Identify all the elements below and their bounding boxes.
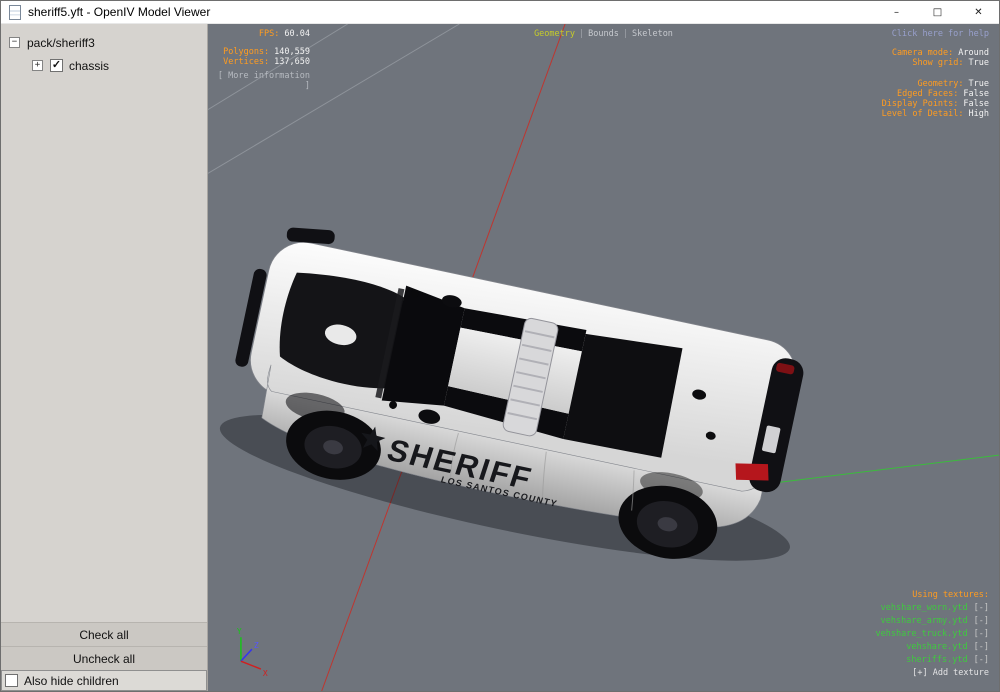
check-all-button[interactable]: Check all xyxy=(1,622,207,646)
check-icon: ✓ xyxy=(52,60,61,71)
y-axis-line xyxy=(767,455,999,484)
camera-mode-row[interactable]: Camera mode:Around xyxy=(882,48,989,58)
tree-collapse-icon[interactable]: − xyxy=(9,37,20,48)
also-hide-checkbox[interactable] xyxy=(5,674,18,687)
tree-root-label: pack/sheriff3 xyxy=(27,36,95,50)
minimize-button[interactable]: – xyxy=(876,1,917,23)
window-controls: – □ ✕ xyxy=(876,1,999,23)
texture-row: vehshare_worn.ytd [-] xyxy=(876,602,989,615)
settings-panel: Click here for help Camera mode:Around S… xyxy=(882,29,989,119)
tree-expand-icon[interactable]: + xyxy=(32,60,43,71)
more-information-link[interactable]: [ More information ] xyxy=(208,71,310,91)
texture-row: sheriffs.ytd [-] xyxy=(876,654,989,667)
model-tree: − pack/sheriff3 + ✓ chassis xyxy=(1,24,207,77)
uncheck-all-button[interactable]: Uncheck all xyxy=(1,646,207,670)
texture-remove-button[interactable]: [-] xyxy=(974,655,989,665)
level-of-detail-row[interactable]: Level of Detail:High xyxy=(882,109,989,119)
sidebar-bottom: Check all Uncheck all Also hide children xyxy=(1,622,207,691)
texture-name: sheriffs.ytd xyxy=(906,655,967,665)
textures-panel: Using textures: vehshare_worn.ytd [-] veh… xyxy=(876,589,989,680)
tab-separator: | xyxy=(579,29,584,39)
texture-remove-button[interactable]: [-] xyxy=(974,629,989,639)
tree-item-chassis[interactable]: + ✓ chassis xyxy=(1,54,207,77)
app-icon xyxy=(9,5,21,20)
help-link[interactable]: Click here for help xyxy=(882,29,989,39)
tab-separator: | xyxy=(623,29,628,39)
geometry-row[interactable]: Geometry:True xyxy=(882,79,989,89)
polygons-readout: Polygons:140,559 xyxy=(208,47,310,57)
texture-row: vehshare_truck.ytd [-] xyxy=(876,628,989,641)
textures-header: Using textures: xyxy=(876,589,989,602)
edged-faces-row[interactable]: Edged Faces:False xyxy=(882,89,989,99)
view-mode-tabs: Geometry | Bounds | Skeleton xyxy=(208,29,999,39)
tab-geometry[interactable]: Geometry xyxy=(534,29,575,39)
texture-row: vehshare.ytd [-] xyxy=(876,641,989,654)
gizmo-y-label: Y xyxy=(237,627,242,636)
also-hide-children-row[interactable]: Also hide children xyxy=(1,670,207,691)
texture-name: vehshare_truck.ytd xyxy=(876,629,968,639)
vertices-readout: Vertices:137,650 xyxy=(208,57,310,67)
chassis-checkbox[interactable]: ✓ xyxy=(50,59,63,72)
show-grid-row[interactable]: Show grid:True xyxy=(882,58,989,68)
tree-item-root[interactable]: − pack/sheriff3 xyxy=(1,31,207,54)
gizmo-z-label: Z xyxy=(254,641,259,650)
maximize-button[interactable]: □ xyxy=(917,1,958,23)
app-window: sheriff5.yft - OpenIV Model Viewer – □ ✕… xyxy=(0,0,1000,692)
texture-name: vehshare_army.ytd xyxy=(881,616,968,626)
texture-remove-button[interactable]: [-] xyxy=(974,603,989,613)
texture-row: vehshare_army.ytd [-] xyxy=(876,615,989,628)
tab-skeleton[interactable]: Skeleton xyxy=(632,29,673,39)
texture-remove-button[interactable]: [-] xyxy=(974,616,989,626)
texture-name: vehshare.ytd xyxy=(906,642,967,652)
add-texture-button[interactable]: [+] Add texture xyxy=(876,667,989,680)
axis-gizmo: Y Z X xyxy=(237,627,268,678)
gizmo-x-label: X xyxy=(263,669,268,678)
also-hide-label: Also hide children xyxy=(24,674,119,688)
titlebar: sheriff5.yft - OpenIV Model Viewer – □ ✕ xyxy=(1,1,999,24)
display-points-row[interactable]: Display Points:False xyxy=(882,99,989,109)
texture-remove-button[interactable]: [-] xyxy=(974,642,989,652)
texture-name: vehshare_worn.ytd xyxy=(881,603,968,613)
close-button[interactable]: ✕ xyxy=(958,1,999,23)
sidebar: − pack/sheriff3 + ✓ chassis Check all Un… xyxy=(1,24,208,691)
tab-bounds[interactable]: Bounds xyxy=(588,29,619,39)
3d-viewport[interactable]: SHERIFF LOS SANTOS COUNTY Y Z X FPS:60.0… xyxy=(208,24,999,691)
car-model: SHERIFF LOS SANTOS COUNTY xyxy=(211,216,835,589)
window-title: sheriff5.yft - OpenIV Model Viewer xyxy=(28,5,210,19)
chassis-label: chassis xyxy=(69,59,109,73)
